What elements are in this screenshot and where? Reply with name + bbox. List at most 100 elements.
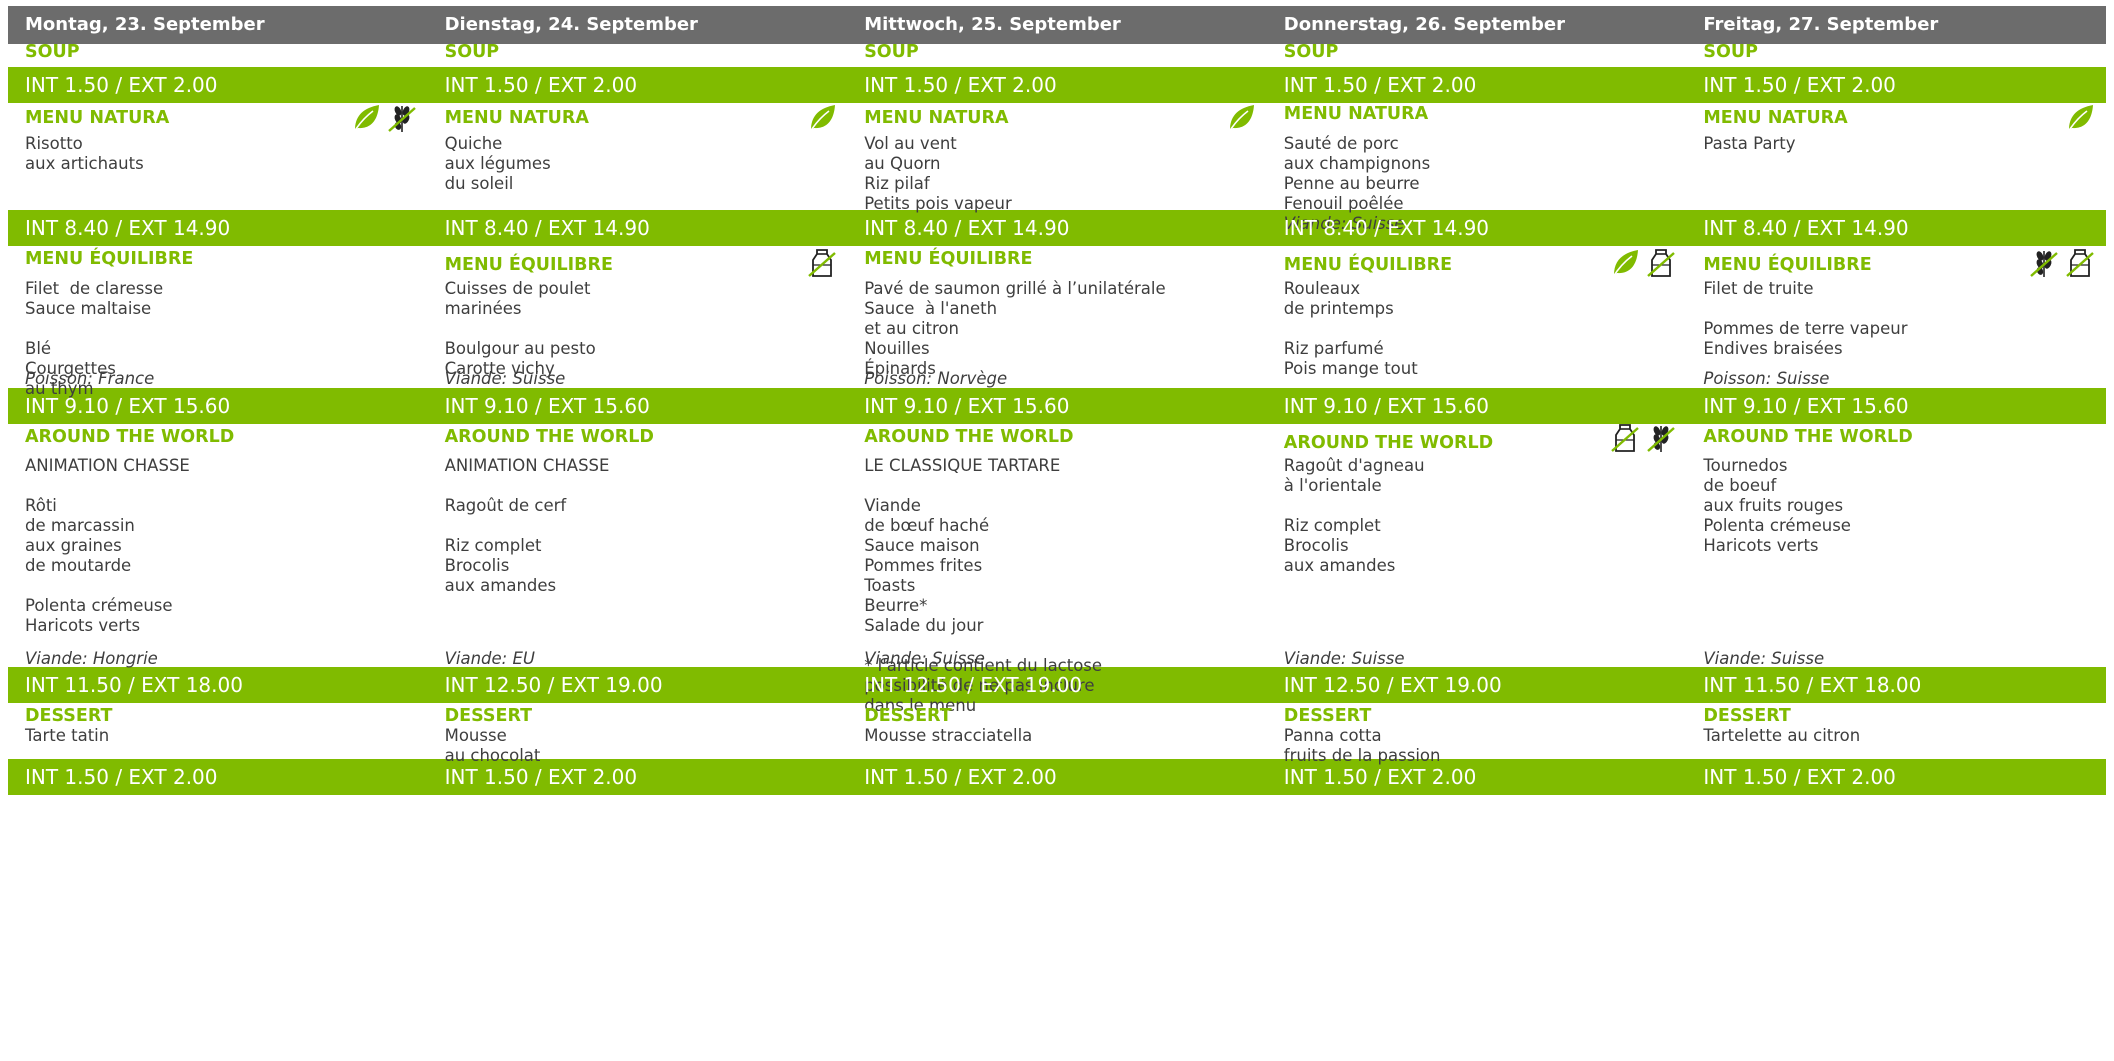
dish-line: Courgettes [25, 359, 116, 378]
dessert-title: DESSERT [444, 706, 533, 726]
dessert-price: INT 1.50 / EXT 2.00 [25, 765, 218, 789]
dish-line: du soleil [444, 174, 514, 193]
leaf-icon [1226, 102, 1256, 134]
dish-line [864, 636, 1258, 656]
world-price: INT 12.50 / EXT 19.00 [1283, 673, 1502, 697]
dish-line: de marcassin [25, 516, 135, 535]
dish-line: aux amandes [444, 576, 557, 595]
dish-line: au Quorn [864, 154, 941, 173]
dish-line: aux légumes [444, 154, 551, 173]
equilibre-price: INT 9.10 / EXT 15.60 [864, 394, 1070, 418]
dish-line: Haricots verts [1703, 536, 1819, 555]
dish-line [25, 576, 419, 596]
origin-label: Viande: EU [444, 649, 535, 668]
equilibre-diet-icons [2029, 247, 2095, 279]
dish-line: Blé [25, 339, 52, 358]
dish-line: Salade du jour [864, 616, 984, 635]
world-title: AROUND THE WORLD [25, 427, 235, 447]
equilibre-dish-lines: Cuisses de poulet marinées Boulgour au pes… [445, 279, 839, 379]
origin-label: Viande: Suisse [1703, 649, 1825, 668]
dish-line: Carotte vichy [444, 359, 555, 378]
leaf-icon [1610, 247, 1640, 279]
soup-price: INT 1.50 / EXT 2.00 [1283, 73, 1477, 97]
dish-line: LE CLASSIQUE TARTARE [864, 456, 1061, 475]
dish-line [445, 319, 839, 339]
day-header: Freitag, 27. September [1703, 14, 1939, 35]
natura-dish-lines: Vol au vent au Quorn Riz pilaf Petits pois … [864, 134, 1258, 214]
leaf-icon [807, 102, 837, 134]
soup-price: INT 1.50 / EXT 2.00 [25, 73, 218, 97]
natura-diet-icons [2065, 102, 2095, 134]
dish-line: et au citron [864, 319, 959, 338]
dish-line: Pavé de saumon grillé à l’unilatérale [864, 279, 1166, 298]
dessert-title: DESSERT [25, 706, 113, 726]
dish-line: Tournedos [1703, 456, 1788, 475]
natura-price: INT 8.40 / EXT 14.90 [444, 216, 650, 240]
gluten-free-icon [387, 102, 417, 134]
dish-line: Pois mange tout [1283, 359, 1418, 378]
day-header: Mittwoch, 25. September [864, 14, 1121, 35]
dish-line: Pommes de terre vapeur [1703, 319, 1908, 338]
dish-line: Endives braisées [1703, 339, 1843, 358]
soup-title: SOUP [444, 42, 500, 62]
dish-line: aux artichauts [25, 154, 144, 173]
dish-line: Riz complet [444, 536, 542, 555]
dish-line: Riz parfumé [1283, 339, 1384, 358]
day-column: Montag, 23. September SOUP INT 1.50 / EXT … [8, 6, 427, 1060]
dessert-price: INT 1.50 / EXT 2.00 [444, 765, 638, 789]
dessert-dish-lines: Tarte tatin [25, 726, 419, 746]
dish-line: Vol au vent [864, 134, 957, 153]
dish-line: Pommes frites [864, 556, 983, 575]
natura-price: INT 8.40 / EXT 14.90 [1703, 216, 1909, 240]
equilibre-diet-icons [807, 247, 837, 279]
dish-line: Tarte tatin [25, 726, 110, 745]
equilibre-price: INT 9.10 / EXT 15.60 [1703, 394, 1909, 418]
dish-line [1284, 496, 1678, 516]
natura-diet-icons [807, 102, 837, 134]
dish-line [25, 476, 419, 496]
soup-title: SOUP [864, 42, 919, 62]
world-price: INT 11.50 / EXT 18.00 [1703, 673, 1922, 697]
dessert-price: INT 1.50 / EXT 2.00 [1703, 765, 1896, 789]
gluten-free-icon [2029, 247, 2059, 279]
world-title: AROUND THE WORLD [1703, 427, 1913, 447]
natura-price: INT 8.40 / EXT 14.90 [1283, 216, 1490, 240]
dish-line: Rouleaux [1283, 279, 1361, 298]
dish-line: à l'orientale [1283, 476, 1382, 495]
natura-title: MENU NATURA [864, 108, 1009, 128]
dish-line: ANIMATION CHASSE [25, 456, 190, 475]
natura-dish-lines: Quiche aux légumes du soleil [445, 134, 839, 194]
equilibre-dish-lines: Filet de claresse Sauce maltaise Blé Courge… [25, 279, 419, 399]
world-price: INT 11.50 / EXT 18.00 [25, 673, 243, 697]
dish-line [1703, 299, 2097, 319]
soup-title: SOUP [1703, 42, 1758, 62]
day-header: Montag, 23. September [25, 14, 265, 35]
day-column: Mittwoch, 25. September SOUP INT 1.50 / EX… [847, 6, 1266, 1060]
natura-title: MENU NATURA [1703, 108, 1848, 128]
dessert-price: INT 1.50 / EXT 2.00 [864, 765, 1057, 789]
natura-price: INT 8.40 / EXT 14.90 [25, 216, 231, 240]
dessert-price: INT 1.50 / EXT 2.00 [1283, 765, 1477, 789]
dessert-dish-lines: Tartelette au citron [1703, 726, 2097, 746]
gluten-free-icon [1646, 422, 1676, 454]
world-price: INT 12.50 / EXT 19.00 [864, 673, 1083, 697]
dish-line: Brocolis [444, 556, 510, 575]
soup-price: INT 1.50 / EXT 2.00 [1703, 73, 1896, 97]
dessert-title: DESSERT [864, 706, 952, 726]
dish-line: Brocolis [1283, 536, 1349, 555]
dish-line: Beurre* [864, 596, 928, 615]
dish-line: aux champignons [1283, 154, 1431, 173]
dish-line [864, 476, 1258, 496]
dish-line: Mousse stracciatella [864, 726, 1033, 745]
equilibre-price: INT 9.10 / EXT 15.60 [25, 394, 231, 418]
leaf-icon [2065, 102, 2095, 134]
origin-label: Viande: Hongrie [25, 649, 158, 668]
dish-line: Viande [864, 496, 921, 515]
dish-line: Filet de truite [1703, 279, 1814, 298]
natura-diet-icons [351, 102, 417, 134]
world-dish-lines: Ragoût d'agneau à l'orientale Riz complet B… [1284, 456, 1678, 576]
dish-line: de moutarde [25, 556, 132, 575]
dish-line: de printemps [1283, 299, 1394, 318]
origin-label: Poisson: Suisse [1703, 369, 1830, 388]
dish-line: Rôti [25, 496, 57, 515]
